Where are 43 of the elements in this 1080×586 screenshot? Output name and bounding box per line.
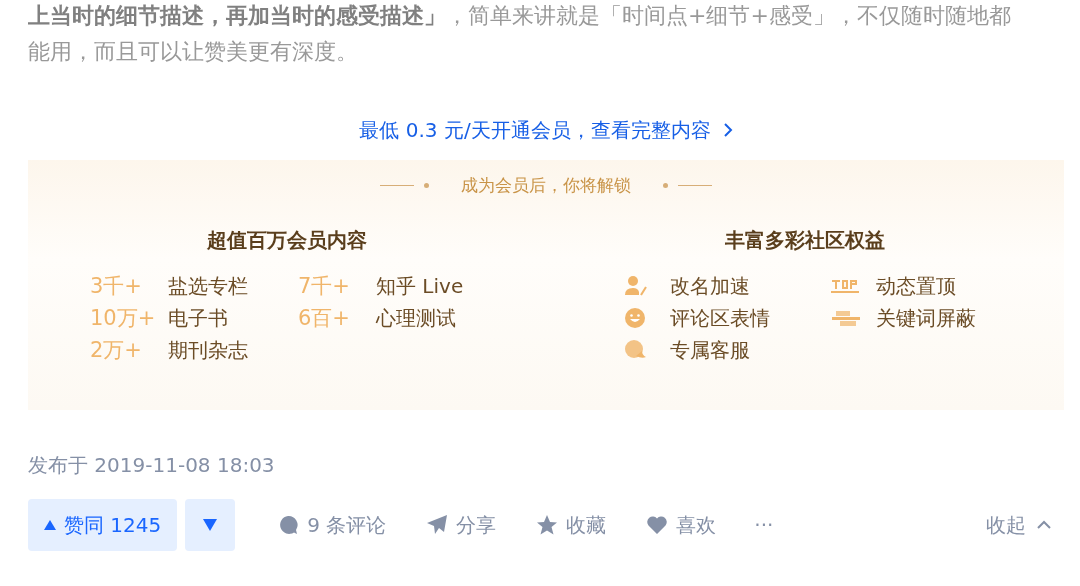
heart-icon	[646, 514, 669, 536]
benefit-label: 关键词屏蔽	[876, 304, 976, 332]
content-label: 期刊杂志	[168, 336, 248, 364]
content-count: 2万+	[90, 337, 143, 364]
content-count: 6百+	[298, 305, 351, 332]
section-heading: 超值百万会员内容	[207, 227, 367, 254]
content-label: 知乎 Live	[376, 272, 464, 300]
article-paragraph: 上当时的细节描述，再加当时的感受描述」，简单来讲就是「时间点+细节+感受」，不仅随时随地都能用，而且可以让赞美更有深度。	[28, 2, 1012, 66]
like-button[interactable]: 喜欢	[646, 511, 717, 539]
top-badge-icon	[830, 277, 860, 295]
more-button[interactable]: ···	[754, 513, 774, 537]
favorite-button[interactable]: 收藏	[536, 511, 607, 539]
section-heading: 丰富多彩社区权益	[725, 227, 885, 254]
content-label: 心理测试	[376, 304, 456, 332]
smiley-icon	[624, 307, 646, 329]
comment-icon	[277, 514, 300, 536]
chevron-up-icon	[1036, 520, 1052, 530]
paper-plane-icon	[426, 514, 449, 536]
benefit-label: 改名加速	[670, 272, 750, 300]
benefit-label: 动态置顶	[876, 272, 956, 300]
content-label: 电子书	[168, 304, 228, 332]
benefit-label: 评论区表情	[670, 304, 770, 332]
chevron-right-icon	[722, 122, 733, 138]
content-count: 7千+	[298, 273, 351, 300]
star-icon	[536, 514, 559, 536]
content-label: 盐选专栏	[168, 272, 248, 300]
membership-link[interactable]: 最低 0.3 元/天开通会员，查看完整内容	[359, 116, 733, 144]
content-count: 3千+	[90, 273, 143, 300]
speech-bubble-icon	[624, 339, 648, 361]
person-pen-icon	[624, 275, 648, 297]
benefit-label: 专属客服	[670, 336, 750, 364]
comment-button[interactable]: 9 条评论	[277, 511, 387, 539]
content-count: 10万+	[90, 305, 157, 332]
publish-date: 发布于 2019-11-08 18:03	[28, 452, 276, 479]
decoration-line-icon	[380, 183, 429, 188]
upvote-button[interactable]: 赞同 1245	[28, 499, 178, 551]
card-title: 成为会员后，你将解锁	[461, 174, 631, 197]
collapse-button[interactable]: 收起	[986, 511, 1052, 539]
share-button[interactable]: 分享	[426, 511, 497, 539]
downvote-button[interactable]	[185, 499, 236, 551]
triangle-down-icon	[203, 519, 218, 531]
triangle-up-icon	[44, 520, 56, 530]
decoration-line-icon	[663, 183, 712, 188]
